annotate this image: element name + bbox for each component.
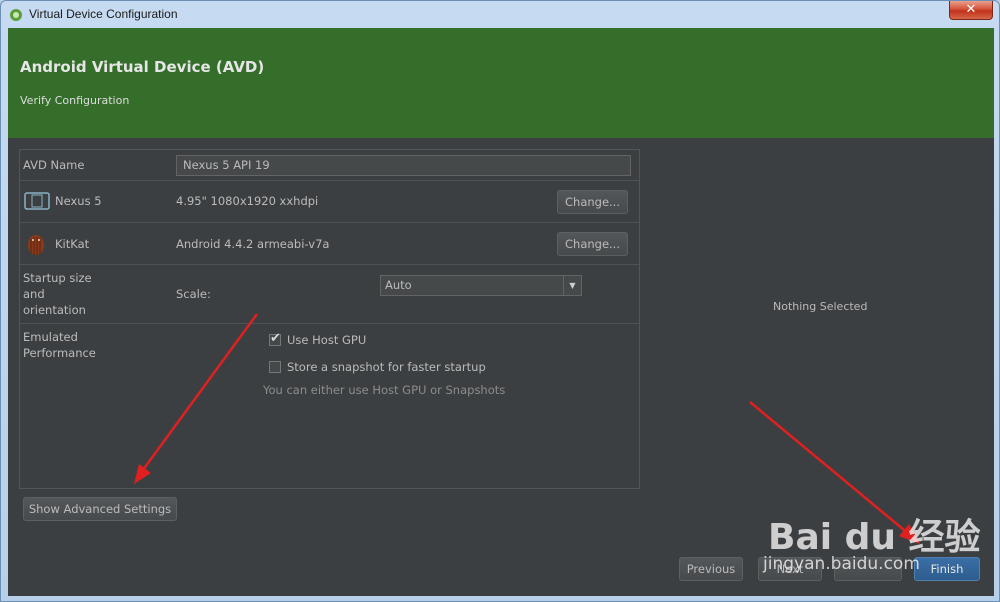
avd-name-label: AVD Name — [23, 158, 85, 172]
scale-select[interactable]: Auto ▼ — [380, 275, 582, 296]
use-host-gpu-label[interactable]: Use Host GPU — [287, 333, 366, 347]
device-tablet-icon — [24, 192, 50, 210]
chevron-down-icon[interactable]: ▼ — [563, 276, 581, 295]
startup-row: Startup size and orientation Scale: Auto… — [20, 265, 639, 324]
wizard-header: Android Virtual Device (AVD) Verify Conf… — [8, 28, 994, 138]
system-image-spec: Android 4.4.2 armeabi-v7a — [176, 237, 330, 251]
device-spec: 4.95" 1080x1920 xxhdpi — [176, 194, 319, 208]
change-device-button[interactable]: Change... — [557, 190, 628, 214]
checkmark-icon: ✔ — [270, 331, 281, 346]
performance-label-2: Performance — [23, 346, 96, 360]
startup-label-2: and — [23, 287, 45, 301]
snapshot-checkbox[interactable] — [269, 361, 281, 373]
kitkat-icon — [28, 235, 44, 255]
performance-hint: You can either use Host GPU or Snapshots — [263, 383, 506, 397]
application-window: Virtual Device Configuration ✕ Android V… — [0, 0, 1000, 602]
avd-name-row: AVD Name Nexus 5 API 19 — [20, 150, 639, 181]
system-image-label: KitKat — [55, 237, 90, 251]
configuration-panel: AVD Name Nexus 5 API 19 Nexus 5 4.95" 10… — [19, 149, 640, 489]
startup-label-3: orientation — [23, 303, 86, 317]
title-bar[interactable]: Virtual Device Configuration ✕ — [1, 1, 1000, 29]
performance-section: Emulated Performance ✔ Use Host GPU Stor… — [20, 324, 639, 488]
startup-label-1: Startup size — [23, 271, 92, 285]
dialog-content: Android Virtual Device (AVD) Verify Conf… — [8, 28, 994, 596]
device-row: Nexus 5 4.95" 1080x1920 xxhdpi Change... — [20, 181, 639, 223]
close-button[interactable]: ✕ — [949, 1, 993, 20]
cancel-area-button[interactable] — [834, 557, 902, 581]
performance-label-1: Emulated — [23, 330, 78, 344]
device-name-label: Nexus 5 — [55, 194, 102, 208]
previous-button[interactable]: Previous — [679, 557, 743, 581]
scale-label: Scale: — [176, 287, 211, 301]
window-title: Virtual Device Configuration — [29, 7, 178, 21]
system-image-row: KitKat Android 4.4.2 armeabi-v7a Change.… — [20, 223, 639, 265]
nothing-selected-text: Nothing Selected — [773, 300, 868, 313]
use-host-gpu-checkbox[interactable]: ✔ — [269, 331, 281, 346]
scale-value: Auto — [385, 278, 412, 292]
change-system-image-button[interactable]: Change... — [557, 232, 628, 256]
next-button[interactable]: Next — [758, 557, 822, 581]
page-subtitle: Verify Configuration — [20, 94, 130, 107]
android-studio-icon — [10, 9, 22, 21]
avd-name-input[interactable]: Nexus 5 API 19 — [176, 155, 631, 176]
show-advanced-settings-button[interactable]: Show Advanced Settings — [23, 497, 177, 521]
page-title: Android Virtual Device (AVD) — [20, 58, 265, 76]
snapshot-label[interactable]: Store a snapshot for faster startup — [287, 360, 486, 374]
finish-button[interactable]: Finish — [914, 557, 980, 581]
